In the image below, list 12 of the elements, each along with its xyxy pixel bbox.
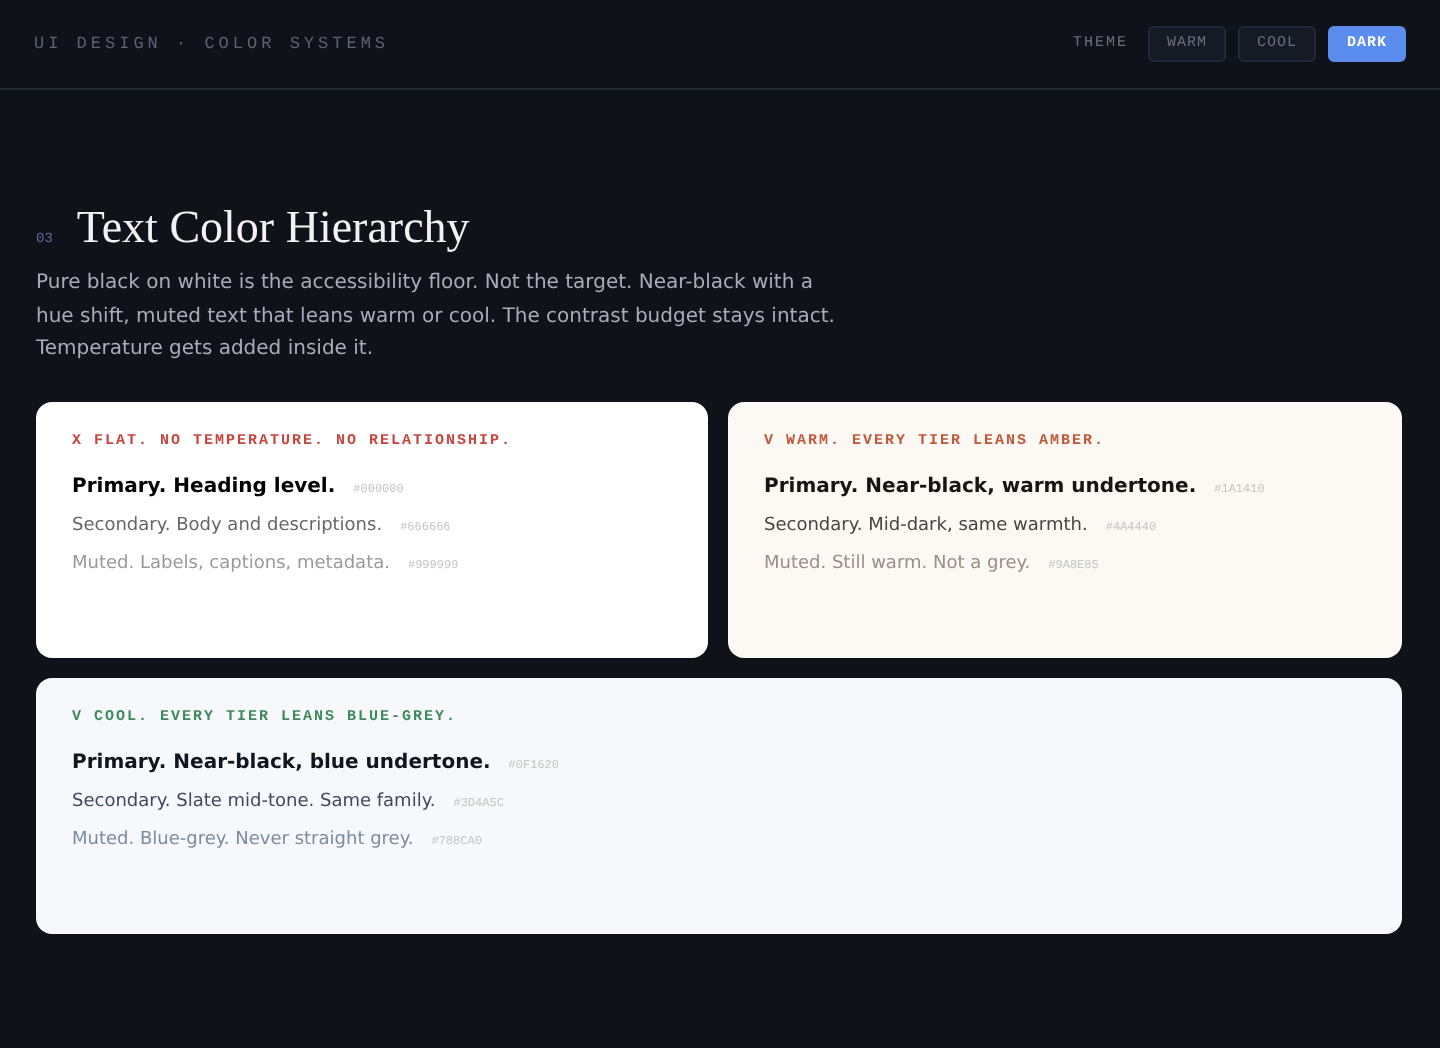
sample-text: Primary. Heading level.: [72, 475, 336, 497]
sample-text: Muted. Still warm. Not a grey.: [764, 553, 1031, 573]
section-description: Pure black on white is the accessibility floor. Not the target. Near-black with a hue shift, muted text that leans warm or cool. The contrast budget stays intact. Temperature gets added inside it.: [36, 270, 837, 364]
sample-text: Secondary. Mid-dark, same warmth.: [764, 515, 1088, 535]
section-title: Text Color Hierarchy: [76, 202, 470, 254]
sample-text: Muted. Blue-grey. Never straight grey.: [72, 829, 414, 849]
sample-text: Secondary. Slate mid-tone. Same family.: [72, 791, 436, 811]
sample-text: Muted. Labels, captions, metadata.: [72, 553, 390, 573]
sample-text: Secondary. Body and descriptions.: [72, 515, 383, 535]
sample-text: Primary. Near-black, blue undertone.: [72, 751, 491, 773]
sample-text: Primary. Near-black, warm undertone.: [764, 475, 1197, 497]
breadcrumb: UI DESIGN · COLOR SYSTEMS: [34, 34, 390, 54]
